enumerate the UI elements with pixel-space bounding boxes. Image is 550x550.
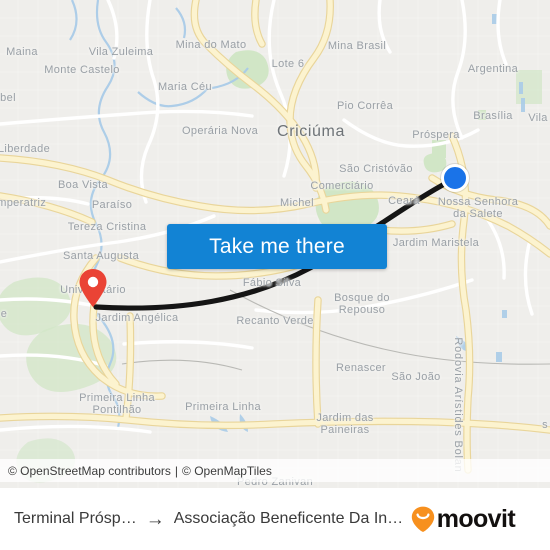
take-me-there-label: Take me there — [209, 234, 345, 258]
map-attribution: © OpenStreetMap contributors | © OpenMap… — [0, 459, 550, 482]
attribution-osm[interactable]: © OpenStreetMap contributors — [8, 464, 171, 478]
moovit-trip-card: Maina Vila Zuleima Mina do Mato Mina Brasil… — [0, 0, 550, 550]
destination-label[interactable]: Associação Beneficente Da Indú… — [174, 510, 404, 528]
attribution-tiles[interactable]: © OpenMapTiles — [182, 464, 272, 478]
destination-dot[interactable] — [441, 164, 469, 192]
moovit-pin-icon — [411, 506, 434, 532]
origin-label[interactable]: Terminal Prósp… — [14, 510, 137, 528]
arrow-right-icon: → — [145, 508, 165, 530]
moovit-wordmark: moovit — [436, 504, 516, 533]
take-me-there-button[interactable]: Take me there — [167, 224, 387, 269]
trip-endpoints-bar: Terminal Prósp… → Associação Beneficente… — [0, 488, 550, 550]
attribution-separator: | — [174, 463, 179, 478]
origin-pin[interactable] — [78, 268, 108, 308]
moovit-logo[interactable]: moovit — [410, 504, 516, 534]
map-canvas[interactable]: Maina Vila Zuleima Mina do Mato Mina Brasil… — [0, 0, 550, 488]
